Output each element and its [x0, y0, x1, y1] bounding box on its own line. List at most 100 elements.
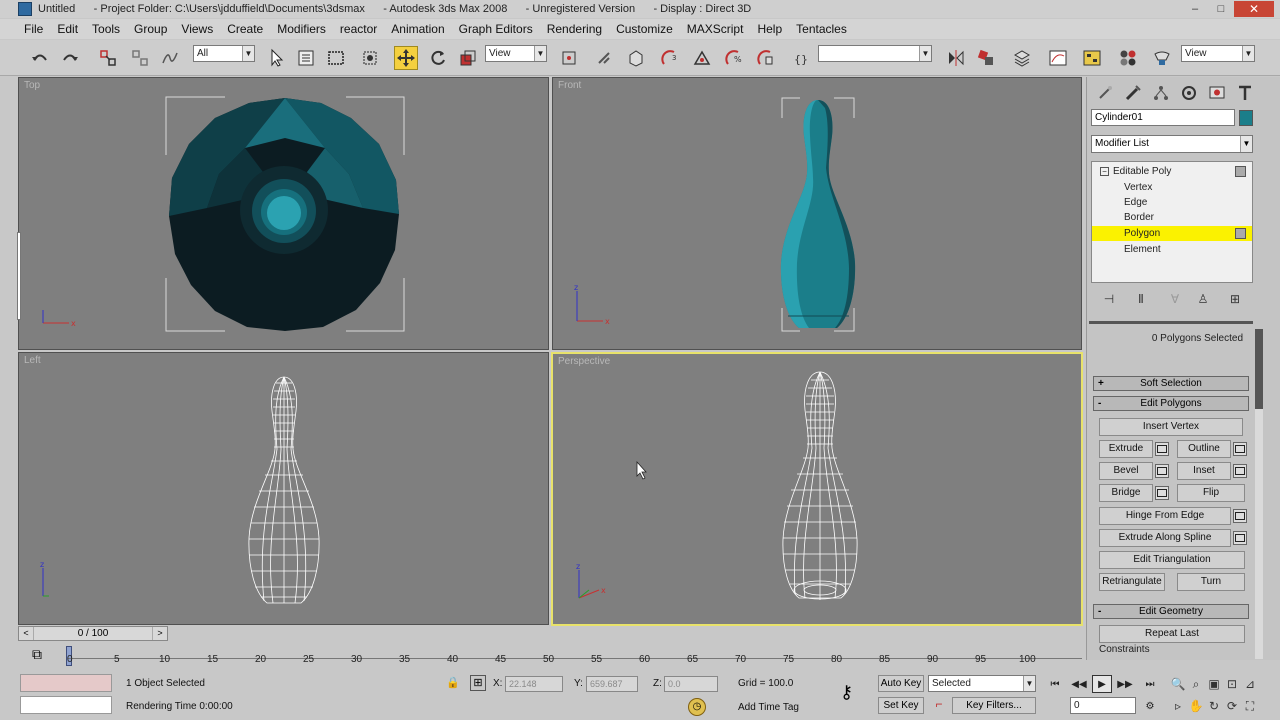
zoom-icon[interactable]: 🔍	[1168, 674, 1188, 694]
repeat-last-button[interactable]: Repeat Last	[1099, 625, 1245, 643]
track-bar[interactable]: ⧉ 0 5 10 15 20 25 30 35 40 45 50 55 60 6…	[18, 646, 1082, 668]
go-to-end-icon[interactable]: ⏭	[1140, 675, 1160, 693]
hinge-settings-icon[interactable]	[1233, 509, 1247, 523]
edit-named-selection-icon[interactable]: {}	[789, 46, 813, 70]
stack-item-polygon[interactable]: Polygon	[1092, 226, 1252, 241]
align-icon[interactable]	[974, 46, 998, 70]
region-zoom-icon[interactable]: ▹	[1168, 696, 1188, 716]
viewport-front[interactable]: Front x z	[552, 77, 1082, 350]
key-tangent-icon[interactable]: ⌐	[930, 697, 948, 714]
layer-manager-icon[interactable]	[1010, 46, 1034, 70]
curve-editor-icon[interactable]	[1046, 46, 1070, 70]
select-and-move-icon[interactable]	[394, 46, 418, 70]
flip-button[interactable]: Flip	[1177, 484, 1245, 502]
menu-group[interactable]: Group	[134, 22, 167, 36]
schematic-view-icon[interactable]	[1080, 46, 1104, 70]
maxscript-listener-input[interactable]	[20, 674, 112, 692]
zoom-all-icon[interactable]: ⌕	[1186, 674, 1206, 694]
zoom-extents-all-icon[interactable]: ⊡	[1222, 674, 1242, 694]
app-icon[interactable]	[18, 2, 32, 16]
menu-tools[interactable]: Tools	[92, 22, 120, 36]
inset-button[interactable]: Inset	[1177, 462, 1231, 480]
bind-space-warp-icon[interactable]	[158, 46, 182, 70]
menu-create[interactable]: Create	[227, 22, 263, 36]
go-to-start-icon[interactable]: ⏮	[1045, 675, 1065, 693]
next-frame-icon[interactable]: ▶︎▶︎	[1115, 675, 1135, 693]
spinner-snap-icon[interactable]	[754, 46, 778, 70]
make-unique-icon[interactable]: ∀	[1165, 289, 1185, 309]
current-frame-spinner[interactable]: 0	[1070, 697, 1136, 714]
previous-frame-icon[interactable]: ◀︎◀︎	[1069, 675, 1089, 693]
select-object-icon[interactable]	[264, 46, 288, 70]
stack-item-vertex[interactable]: Vertex	[1092, 180, 1252, 195]
select-manipulate-icon[interactable]	[592, 46, 616, 70]
viewport-perspective[interactable]: Perspective x z	[551, 352, 1083, 626]
mini-curve-editor-icon[interactable]: ⧉	[28, 646, 46, 664]
create-tab-icon[interactable]	[1093, 82, 1117, 104]
subobject-toggle-icon[interactable]	[1235, 166, 1246, 177]
keyboard-shortcut-override-icon[interactable]	[624, 46, 648, 70]
hierarchy-tab-icon[interactable]	[1149, 82, 1173, 104]
orbit-subobject-icon[interactable]: ⟳	[1222, 696, 1242, 716]
show-end-result-icon[interactable]: Ⅱ	[1131, 289, 1151, 309]
viewport-top[interactable]: Top x	[18, 77, 549, 350]
motion-tab-icon[interactable]	[1177, 82, 1201, 104]
maximize-viewport-icon[interactable]: ⛶	[1240, 696, 1260, 716]
pivot-center-icon[interactable]	[557, 46, 581, 70]
remove-modifier-icon[interactable]: ♙	[1193, 289, 1213, 309]
key-icon[interactable]: ⚷	[840, 682, 853, 703]
modify-tab-icon[interactable]	[1121, 82, 1145, 104]
x-coordinate-field[interactable]: 22.148	[505, 676, 563, 692]
auto-key-button[interactable]: Auto Key	[878, 675, 924, 692]
hinge-from-edge-button[interactable]: Hinge From Edge	[1099, 507, 1231, 525]
key-mode-dropdown[interactable]: Selected ▼	[928, 675, 1036, 692]
extrude-settings-icon[interactable]	[1155, 442, 1169, 456]
snaps-toggle-icon[interactable]: 3	[658, 46, 682, 70]
reference-coordinate-dropdown[interactable]: View ▼	[485, 45, 547, 62]
unlink-selection-icon[interactable]	[128, 46, 152, 70]
time-slider[interactable]: < 0 / 100 >	[18, 626, 168, 641]
retriangulate-button[interactable]: Retriangulate	[1099, 573, 1165, 591]
menu-graph-editors[interactable]: Graph Editors	[459, 22, 533, 36]
object-name-field[interactable]: Cylinder01	[1091, 109, 1235, 126]
time-configuration-icon[interactable]: ⚙	[1140, 697, 1160, 715]
next-frame-arrow-icon[interactable]: >	[153, 627, 167, 640]
time-tag-icon[interactable]: ◷	[688, 698, 706, 716]
menu-edit[interactable]: Edit	[57, 22, 78, 36]
mirror-icon[interactable]	[944, 46, 968, 70]
outline-settings-icon[interactable]	[1233, 442, 1247, 456]
display-tab-icon[interactable]	[1205, 82, 1229, 104]
time-slider-thumb[interactable]: 0 / 100	[33, 627, 153, 640]
undo-icon[interactable]	[28, 46, 52, 70]
bevel-button[interactable]: Bevel	[1099, 462, 1153, 480]
maxscript-listener-output[interactable]	[20, 696, 112, 714]
select-by-name-icon[interactable]	[294, 46, 318, 70]
key-filters-button[interactable]: Key Filters...	[952, 697, 1036, 714]
stack-item-border[interactable]: Border	[1092, 210, 1252, 225]
percent-snap-icon[interactable]: %	[722, 46, 746, 70]
render-setup-icon[interactable]	[1150, 46, 1174, 70]
outline-button[interactable]: Outline	[1177, 440, 1231, 458]
pin-stack-icon[interactable]: ⊣	[1099, 289, 1119, 309]
named-selection-dropdown[interactable]: ▼	[818, 45, 932, 62]
lock-selection-icon[interactable]: 🔒	[446, 676, 460, 690]
render-view-dropdown[interactable]: View ▼	[1181, 45, 1255, 62]
extrude-along-spline-settings-icon[interactable]	[1233, 531, 1247, 545]
rectangular-selection-icon[interactable]	[324, 46, 348, 70]
select-and-link-icon[interactable]	[96, 46, 120, 70]
y-coordinate-field[interactable]: 659.687	[586, 676, 638, 692]
edit-triangulation-button[interactable]: Edit Triangulation	[1099, 551, 1245, 569]
menu-reactor[interactable]: reactor	[340, 22, 377, 36]
soft-selection-rollout[interactable]: + Soft Selection	[1093, 376, 1249, 391]
viewport-edge-handle[interactable]	[17, 232, 21, 320]
absolute-mode-toggle-icon[interactable]: ⊞	[470, 675, 486, 691]
zoom-extents-icon[interactable]: ▣	[1204, 674, 1224, 694]
stack-item-element[interactable]: Element	[1092, 242, 1252, 257]
minimize-button[interactable]: –	[1182, 1, 1208, 17]
object-color-swatch[interactable]	[1239, 110, 1253, 126]
menu-rendering[interactable]: Rendering	[547, 22, 602, 36]
configure-modifier-sets-icon[interactable]: ⊞	[1225, 289, 1245, 309]
bridge-settings-icon[interactable]	[1155, 486, 1169, 500]
menu-modifiers[interactable]: Modifiers	[277, 22, 326, 36]
z-coordinate-field[interactable]: 0.0	[664, 676, 718, 692]
